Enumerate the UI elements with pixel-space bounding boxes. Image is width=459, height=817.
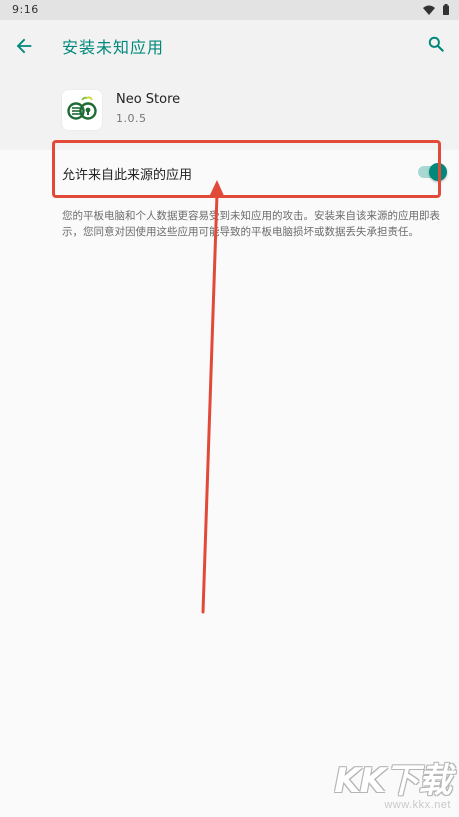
- search-icon[interactable]: [426, 34, 446, 54]
- switch-thumb: [429, 163, 447, 181]
- app-info-header: Neo Store 1.0.5: [0, 72, 459, 150]
- allow-source-switch[interactable]: [418, 163, 447, 181]
- watermark-logo: KK下载: [334, 761, 452, 801]
- back-arrow-icon[interactable]: [13, 35, 35, 57]
- status-icons: [423, 4, 449, 15]
- watermark: KK下载 www.kkx.net: [326, 753, 452, 813]
- status-bar: 9:16: [0, 0, 459, 20]
- annotation-arrow-shaft: [201, 192, 219, 614]
- app-name: Neo Store: [116, 92, 181, 107]
- allow-source-label: 允许来自此来源的应用: [62, 168, 193, 183]
- app-icon: [62, 90, 102, 130]
- allow-source-setting-row[interactable]: 允许来自此来源的应用: [0, 150, 459, 196]
- app-bar: 安装未知应用: [0, 20, 459, 72]
- page-title: 安装未知应用: [62, 38, 165, 57]
- neo-store-logo-icon: [67, 96, 97, 120]
- watermark-url: www.kkx.net: [384, 799, 451, 811]
- wifi-icon: [423, 5, 435, 15]
- warning-description: 您的平板电脑和个人数据更容易受到未知应用的攻击。安装来自该来源的应用即表示，您同…: [62, 210, 440, 238]
- battery-icon: [443, 4, 449, 15]
- status-time: 9:16: [12, 3, 39, 16]
- app-version: 1.0.5: [116, 112, 147, 125]
